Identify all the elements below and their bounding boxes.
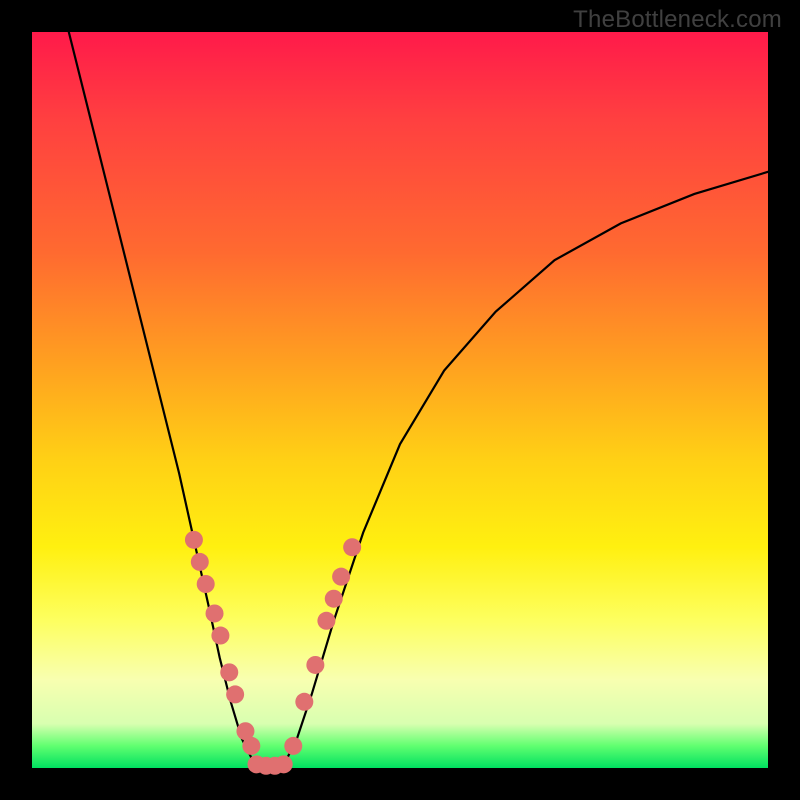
marker-dot bbox=[197, 575, 215, 593]
marker-dot bbox=[343, 538, 361, 556]
marker-dot bbox=[211, 627, 229, 645]
watermark-text: TheBottleneck.com bbox=[573, 6, 782, 34]
series-lines bbox=[69, 32, 768, 768]
marker-dot bbox=[220, 663, 238, 681]
marker-dot bbox=[306, 656, 324, 674]
marker-dot bbox=[275, 755, 293, 773]
marker-dot bbox=[295, 693, 313, 711]
curve-layer bbox=[32, 32, 768, 768]
series-left-branch bbox=[69, 32, 260, 768]
marker-dot bbox=[317, 612, 335, 630]
series-right-branch bbox=[282, 172, 768, 768]
marker-dot bbox=[185, 531, 203, 549]
chart-frame: TheBottleneck.com bbox=[0, 0, 800, 800]
marker-dot bbox=[226, 685, 244, 703]
marker-dot bbox=[325, 590, 343, 608]
plot-area bbox=[32, 32, 768, 768]
marker-dot bbox=[206, 604, 224, 622]
marker-dot bbox=[191, 553, 209, 571]
marker-dots bbox=[185, 531, 361, 775]
marker-dot bbox=[242, 737, 260, 755]
marker-dot bbox=[332, 568, 350, 586]
marker-dot bbox=[284, 737, 302, 755]
